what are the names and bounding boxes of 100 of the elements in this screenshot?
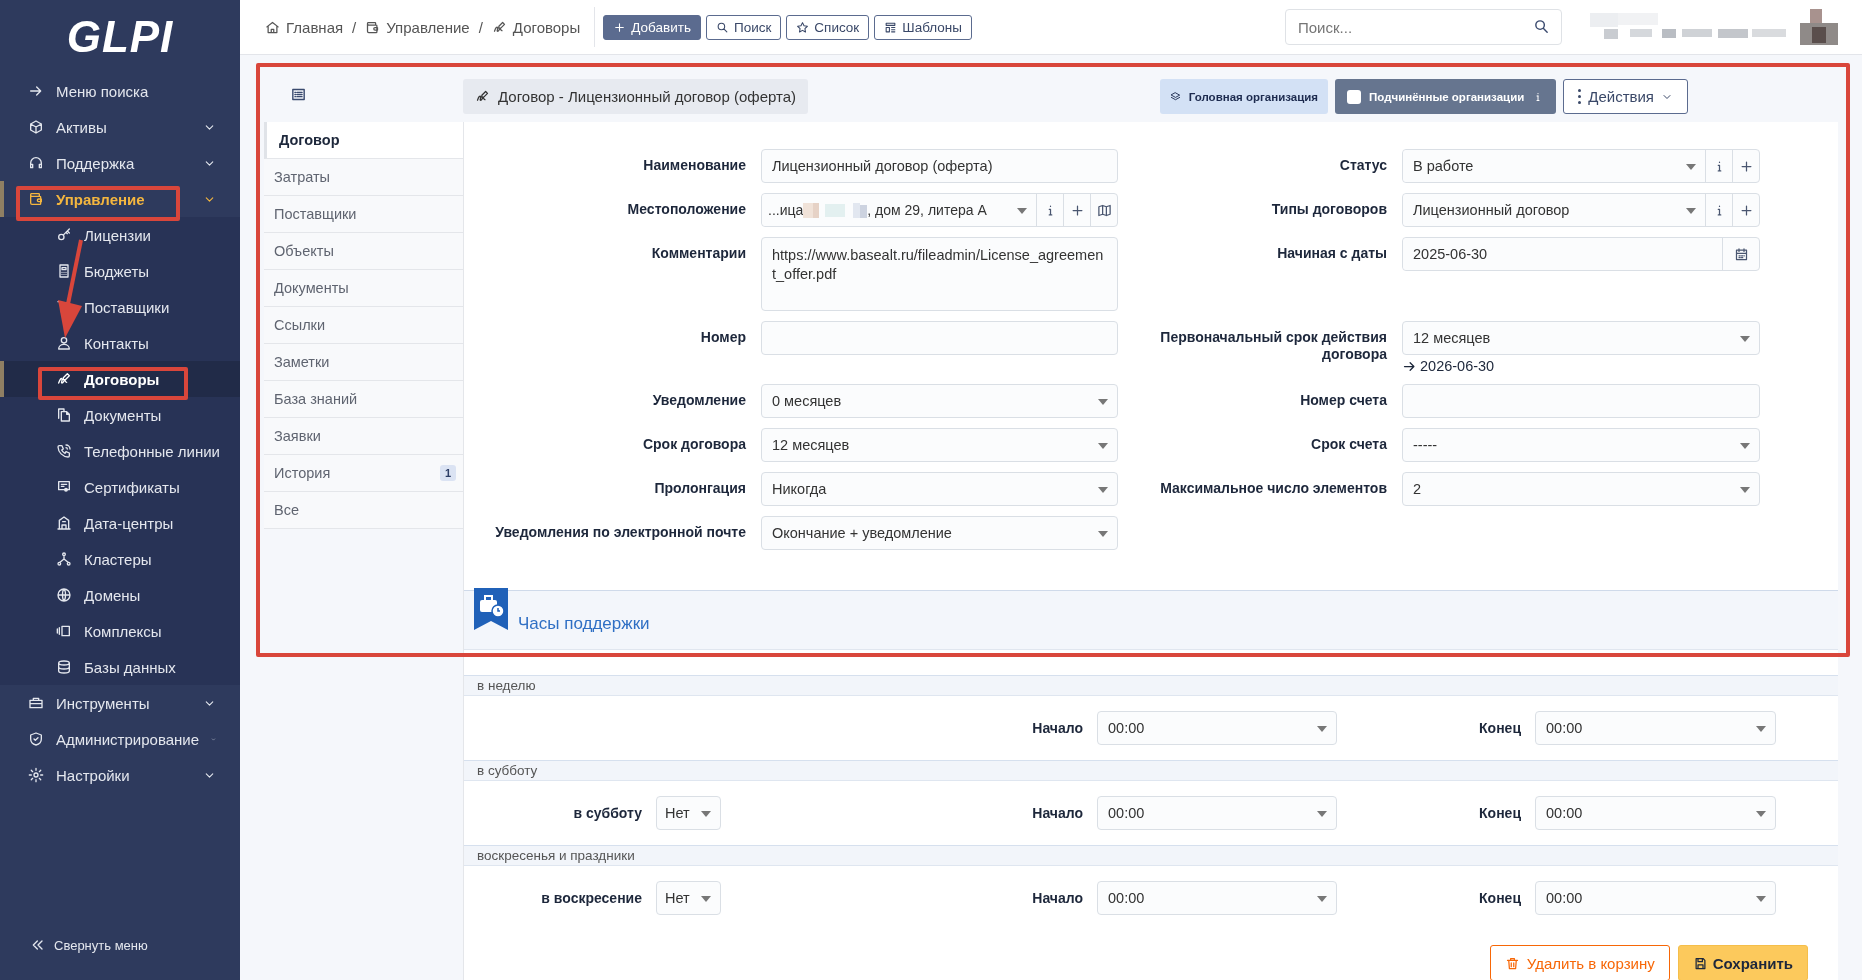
select-field[interactable]: 00:00 [1097,881,1337,915]
select-field[interactable]: Никогда [761,472,1118,506]
sidebar-item[interactable]: Меню поиска [0,73,240,109]
user-icon [56,335,72,351]
sidebar-item[interactable]: Поддержка [0,145,240,181]
select-field[interactable]: Нет [656,881,721,915]
pen-icon [475,89,490,104]
caret-icon [701,896,711,902]
field-label: Начиная с даты [1276,244,1387,262]
field-label: в субботу [572,805,642,821]
select-field[interactable]: 00:00 [1535,711,1776,745]
sidebar-item[interactable]: Кластеры [0,541,240,577]
sidebar-item[interactable]: Базы данных [0,649,240,685]
field-label: Типы договоров [1270,200,1387,218]
select-field[interactable]: 00:00 [1535,881,1776,915]
field-label: Начало [1031,890,1083,906]
search-field[interactable]: Поиск... [1285,9,1562,45]
settings-icon [28,767,44,783]
select-field[interactable]: 2 [1402,472,1760,506]
plus-icon [613,20,627,34]
sidebar-item[interactable]: Сертификаты [0,469,240,505]
briefcase-icon [28,695,44,711]
caret-icon [1317,726,1327,732]
text-field[interactable] [1402,384,1760,418]
comment-field[interactable]: https://www.basealt.ru/fileadmin/License_agreement_offer.pdf [761,237,1118,311]
shield-icon [28,731,44,747]
search-icon [715,20,729,34]
sidebar-item[interactable]: Контакты [0,325,240,361]
sidebar-item[interactable]: Инструменты [0,685,240,721]
sidebar-item[interactable]: Администрирование [0,721,240,757]
save-button[interactable]: Сохранить [1677,945,1808,980]
field-label: Наименование [642,156,746,174]
search-icon [1533,18,1550,35]
headset-icon [28,155,44,171]
tab[interactable]: Договор [264,122,463,159]
caret-icon [1740,487,1750,493]
checkbox[interactable] [1347,89,1361,104]
sidebar-item[interactable]: Лицензии [0,217,240,253]
toolbar-button[interactable]: Добавить [603,14,701,40]
field-label: Первоначальный срок действия договора [1159,328,1387,363]
sidebar-item[interactable]: Телефонные линии [0,433,240,469]
field-label: Номер счета [1299,391,1387,409]
template-icon [884,20,898,34]
kebab-icon [1578,89,1582,104]
sidebar-item[interactable]: Документы [0,397,240,433]
toolbar-button[interactable]: Шаблоны [874,14,972,40]
sidebar-item[interactable]: Настройки [0,757,240,793]
caret-icon [1098,487,1108,493]
sidebar-item[interactable]: Комплексы [0,613,240,649]
subsection-header: в неделю [464,675,1838,696]
sidebar-item[interactable]: Активы [0,109,240,145]
breadcrumb-separator: / [352,18,357,36]
collapse-menu-button[interactable]: Свернуть меню [0,927,240,963]
caret-icon [1756,896,1766,902]
entity-badge[interactable]: Головная организация [1159,79,1328,114]
section-title: Часы поддержки [518,614,650,634]
caret-icon [701,811,711,817]
field-label: Начало [1031,720,1083,736]
cube-icon [28,119,44,135]
pen-icon [56,371,72,387]
sidebar-item[interactable]: Договоры [0,361,240,397]
select-field[interactable]: 00:00 [1535,796,1776,830]
end-date-text: 2026-06-30 [1420,358,1495,374]
arrow-icon [28,83,44,99]
breadcrumb-link[interactable]: Управление [365,18,470,36]
select-field[interactable]: Окончание + уведомление [761,516,1118,550]
files-icon [56,407,72,423]
field-label: Начало [1031,805,1083,821]
select-field[interactable]: 12 месяцев [761,428,1118,462]
sidebar-item[interactable]: Домены [0,577,240,613]
caret-icon [1098,399,1108,405]
subentities-toggle[interactable]: Подчинённые организации [1335,79,1557,114]
select-field[interactable]: 00:00 [1097,711,1337,745]
field-label: Номер [699,328,746,346]
select-field[interactable]: ----- [1402,428,1760,462]
select-field[interactable]: 00:00 [1097,796,1337,830]
wallet-icon [28,191,44,207]
trash-icon [1504,955,1520,971]
field-label: Пролонгация [653,479,746,497]
layers-icon [1169,91,1181,102]
pen-icon [491,19,507,35]
select-field[interactable]: 12 месяцев [1402,321,1760,355]
select-field[interactable]: 0 месяцев [761,384,1118,418]
home-icon [265,19,280,35]
caret-icon [1756,726,1766,732]
text-field[interactable] [761,321,1118,355]
text-field[interactable]: Лицензионный договор (оферта) [761,149,1118,183]
toolbar-button[interactable]: Список [786,14,870,40]
sidebar-item[interactable]: Дата-центры [0,505,240,541]
sidebar-item[interactable]: Бюджеты [0,253,240,289]
breadcrumb-link[interactable]: Договоры [491,18,581,36]
breadcrumb-link[interactable]: Главная [265,18,344,36]
select-field[interactable]: Нет [656,796,721,830]
breadcrumb-separator: / [478,18,483,36]
actions-button[interactable]: Действия [1563,79,1688,114]
field-label: Уведомление [651,391,746,409]
field-label: Конец [1478,890,1521,906]
logo[interactable]: GLPI [66,11,174,62]
field-label: Конец [1478,805,1521,821]
toolbar-button[interactable]: Поиск [705,14,782,40]
